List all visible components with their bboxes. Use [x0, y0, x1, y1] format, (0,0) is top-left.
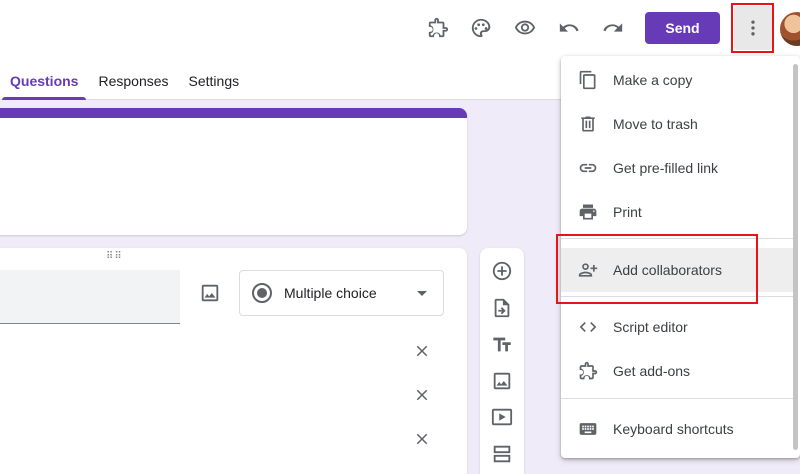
form-title-card[interactable]	[0, 108, 467, 235]
radio-button-icon	[252, 283, 272, 303]
send-button[interactable]: Send	[645, 12, 720, 44]
preview-eye-icon[interactable]	[511, 14, 539, 42]
menu-divider	[561, 398, 797, 399]
menu-item-label: Print	[613, 204, 642, 220]
chevron-down-icon	[417, 291, 427, 296]
link-icon	[577, 157, 599, 179]
add-title-text-icon[interactable]	[490, 333, 514, 357]
form-tabs: Questions Responses Settings	[0, 62, 249, 100]
menu-item-label: Move to trash	[613, 116, 698, 132]
trash-icon	[577, 113, 599, 135]
drag-handle-icon[interactable]: ⠿⠿	[106, 252, 123, 262]
palette-icon[interactable]	[467, 14, 495, 42]
add-image-icon[interactable]	[199, 282, 221, 304]
menu-item-keyboard-shortcuts[interactable]: Keyboard shortcuts	[561, 407, 797, 451]
redo-icon[interactable]	[599, 14, 627, 42]
add-question-icon[interactable]	[490, 259, 514, 283]
menu-item-script-editor[interactable]: Script editor	[561, 305, 797, 349]
undo-icon[interactable]	[555, 14, 583, 42]
menu-item-label: Make a copy	[613, 72, 693, 88]
annotation-highlight-more	[731, 3, 774, 53]
menu-scrollbar[interactable]	[793, 64, 798, 450]
menu-item-move-to-trash[interactable]: Move to trash	[561, 102, 797, 146]
remove-option-close-icon[interactable]	[410, 339, 434, 363]
menu-item-get-add-ons[interactable]: Get add-ons	[561, 349, 797, 393]
question-card[interactable]: ⠿⠿ Multiple choice	[0, 248, 467, 474]
menu-item-label: Get pre-filled link	[613, 160, 719, 176]
import-questions-icon[interactable]	[490, 296, 514, 320]
tab-settings[interactable]: Settings	[179, 62, 250, 100]
add-video-icon[interactable]	[490, 405, 514, 429]
menu-item-label: Script editor	[613, 319, 688, 335]
question-type-label: Multiple choice	[284, 285, 377, 301]
annotation-highlight-add-collaborators	[556, 234, 758, 304]
question-title-input[interactable]	[0, 270, 180, 324]
menu-item-get-pre-filled-link[interactable]: Get pre-filled link	[561, 146, 797, 190]
copy-icon	[577, 69, 599, 91]
addon-icon	[577, 360, 599, 382]
tab-questions[interactable]: Questions	[0, 62, 88, 100]
remove-option-close-icon[interactable]	[410, 427, 434, 451]
add-image-icon[interactable]	[490, 369, 514, 393]
add-section-icon[interactable]	[490, 442, 514, 466]
tab-responses[interactable]: Responses	[88, 62, 178, 100]
menu-item-print[interactable]: Print	[561, 190, 797, 234]
addon-puzzle-icon[interactable]	[424, 14, 452, 42]
question-type-select[interactable]: Multiple choice	[239, 270, 444, 316]
code-icon	[577, 316, 599, 338]
floating-toolbar	[480, 248, 524, 474]
menu-item-label: Get add-ons	[613, 363, 691, 379]
print-icon	[577, 201, 599, 223]
menu-item-label: Keyboard shortcuts	[613, 421, 734, 437]
avatar[interactable]	[780, 12, 800, 46]
remove-option-close-icon[interactable]	[410, 383, 434, 407]
keyboard-icon	[577, 418, 599, 440]
menu-item-make-a-copy[interactable]: Make a copy	[561, 58, 797, 102]
